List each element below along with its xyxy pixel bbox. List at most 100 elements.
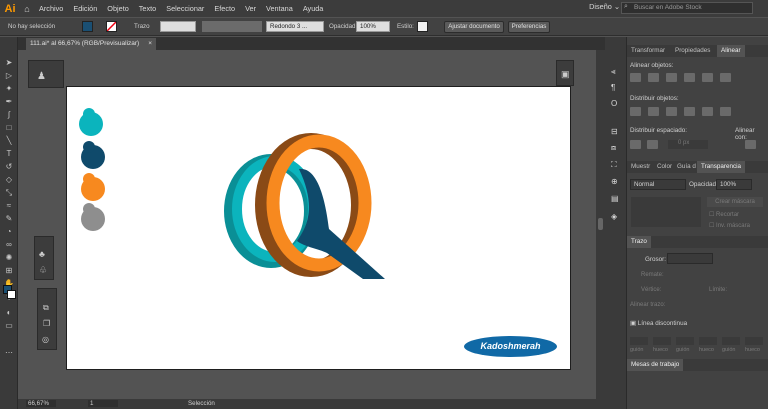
scale-tool-icon[interactable]: ⤡: [1, 187, 17, 199]
tab-stroke[interactable]: Trazo: [627, 236, 651, 248]
stroke-swatch[interactable]: [106, 21, 117, 32]
menu-seleccionar[interactable]: Seleccionar: [161, 4, 209, 13]
type-tool-icon[interactable]: T: [1, 148, 17, 160]
rectangle-tool-icon[interactable]: □: [1, 122, 17, 134]
align-bottom-edge-icon[interactable]: [720, 73, 731, 82]
fill-swatch[interactable]: [82, 21, 93, 32]
align-left-edge-icon[interactable]: [630, 73, 641, 82]
rotate-tool-icon[interactable]: ↺: [1, 161, 17, 173]
dashed-line-checkbox[interactable]: ▣ Línea discontinua: [630, 320, 687, 327]
line-tool-icon[interactable]: ╲: [1, 135, 17, 147]
menu-edicion[interactable]: Edición: [68, 4, 102, 13]
artboards-icon[interactable]: ❐: [43, 319, 50, 328]
paragraph-icon[interactable]: ¶: [611, 83, 615, 92]
stroke-weight-field[interactable]: [160, 21, 196, 32]
spacing-horizontal-icon[interactable]: [647, 140, 658, 149]
q-logo-artwork[interactable]: [224, 133, 385, 279]
blend-mode-select[interactable]: Normal: [630, 179, 686, 190]
magic-wand-icon[interactable]: ✦: [1, 83, 17, 95]
artboard-tool-icon[interactable]: ⊞: [1, 265, 17, 277]
symbols-icon[interactable]: ♧: [39, 265, 47, 276]
gap-field-3[interactable]: [745, 337, 763, 345]
brush-definition[interactable]: Redondo 3 ...: [266, 21, 324, 32]
close-tab-icon[interactable]: ×: [148, 38, 152, 50]
opacity-field[interactable]: 100%: [356, 21, 390, 32]
preferences-button[interactable]: Preferencias: [508, 21, 550, 33]
align-v-center-icon[interactable]: [702, 73, 713, 82]
more-tools-icon[interactable]: ⋯: [1, 347, 17, 359]
tab-color-guide[interactable]: Guía d: [673, 161, 700, 173]
align-top-edge-icon[interactable]: [684, 73, 695, 82]
symbol-sprayer-icon[interactable]: ✺: [1, 252, 17, 264]
transform-icon[interactable]: ⛶: [611, 160, 617, 170]
zoom-level-field[interactable]: 66,67%: [26, 400, 56, 407]
menu-objeto[interactable]: Objeto: [102, 4, 134, 13]
menu-ver[interactable]: Ver: [240, 4, 261, 13]
variable-width-profile[interactable]: [202, 21, 262, 32]
transparency-icon[interactable]: ▤: [611, 194, 619, 203]
spacing-value-field[interactable]: 0 px: [668, 140, 708, 149]
curvature-tool-icon[interactable]: ∫: [1, 109, 17, 121]
invert-mask-checkbox[interactable]: ☐ Inv. máscara: [709, 222, 750, 229]
workspace-switcher[interactable]: Diseño ⌄: [589, 2, 620, 11]
menu-texto[interactable]: Texto: [134, 4, 161, 13]
color-blob-gray[interactable]: [81, 203, 105, 231]
menu-ayuda[interactable]: Ayuda: [298, 4, 329, 13]
eraser-tool-icon[interactable]: ◇: [1, 174, 17, 186]
align-right-edge-icon[interactable]: [666, 73, 677, 82]
distribute-top-icon[interactable]: [630, 107, 641, 116]
screen-mode-icon[interactable]: ▭: [1, 320, 17, 332]
blend-tool-icon[interactable]: ∞: [1, 239, 17, 251]
dash-field-3[interactable]: [722, 337, 740, 345]
color-blob-orange[interactable]: [81, 173, 105, 201]
pen-tool-icon[interactable]: ✒: [1, 96, 17, 108]
distribute-left-icon[interactable]: [684, 107, 695, 116]
menu-archivo[interactable]: Archivo: [34, 4, 68, 13]
distribute-h-center-icon[interactable]: [702, 107, 713, 116]
pathfinder-icon[interactable]: ⧈: [611, 143, 616, 153]
scrollbar-thumb[interactable]: [598, 218, 603, 230]
asset-export-icon[interactable]: ⧉: [43, 303, 49, 313]
gap-field-2[interactable]: [699, 337, 717, 345]
tab-transparency[interactable]: Transparencia: [697, 161, 746, 173]
align-h-center-icon[interactable]: [648, 73, 659, 82]
align-left-icon[interactable]: ⫷: [611, 67, 616, 77]
graphic-style-swatch[interactable]: [417, 21, 428, 32]
brushes-icon[interactable]: ♣: [39, 249, 45, 259]
stock-search-input[interactable]: Buscar en Adobe Stock: [621, 2, 753, 14]
color-guide-icon[interactable]: ⊕: [611, 177, 618, 186]
distribute-bottom-icon[interactable]: [666, 107, 677, 116]
opentype-icon[interactable]: O: [611, 99, 617, 108]
dash-field-2[interactable]: [676, 337, 694, 345]
dash-field-1[interactable]: [630, 337, 648, 345]
layers-icon[interactable]: ◈: [611, 212, 617, 221]
distribute-right-icon[interactable]: [720, 107, 731, 116]
clip-checkbox[interactable]: ☐ Recortar: [709, 211, 739, 218]
align-to-selection-icon[interactable]: [745, 140, 756, 149]
drawing-modes-icon[interactable]: ◐: [1, 307, 17, 319]
align-panel-icon[interactable]: ⊟: [611, 127, 618, 136]
tab-align[interactable]: Alinear: [717, 45, 745, 57]
artboard[interactable]: Kadoshmerah: [66, 86, 571, 370]
shape-builder-icon[interactable]: ◔: [1, 226, 17, 238]
make-mask-button[interactable]: Crear máscara: [707, 197, 763, 207]
distribute-v-center-icon[interactable]: [648, 107, 659, 116]
transparency-opacity-field[interactable]: 100%: [716, 179, 752, 190]
home-icon[interactable]: ⌂: [20, 4, 34, 14]
links-icon[interactable]: ◎: [42, 335, 49, 344]
eyedropper-icon[interactable]: ✎: [1, 213, 17, 225]
tab-transform[interactable]: Transformar: [627, 45, 669, 57]
color-blob-navy[interactable]: [81, 141, 105, 169]
direct-selection-icon[interactable]: ▷: [1, 70, 17, 82]
tab-swatches[interactable]: Muestr: [627, 161, 654, 173]
artboard-number-field[interactable]: 1: [88, 400, 118, 407]
tab-properties[interactable]: Propiedades: [671, 45, 714, 57]
weight-field[interactable]: [667, 253, 713, 264]
menu-efecto[interactable]: Efecto: [209, 4, 240, 13]
vertical-scrollbar[interactable]: [596, 50, 605, 399]
tab-artboards[interactable]: Mesas de trabajo: [627, 359, 684, 371]
image-trace-icon[interactable]: ▣: [561, 69, 570, 80]
document-tab[interactable]: 111.ai* al 66,67% (RGB/Previsualizar) ×: [26, 38, 156, 50]
width-tool-icon[interactable]: ≈: [1, 200, 17, 212]
toolbar-stroke-swatch[interactable]: [7, 290, 16, 299]
